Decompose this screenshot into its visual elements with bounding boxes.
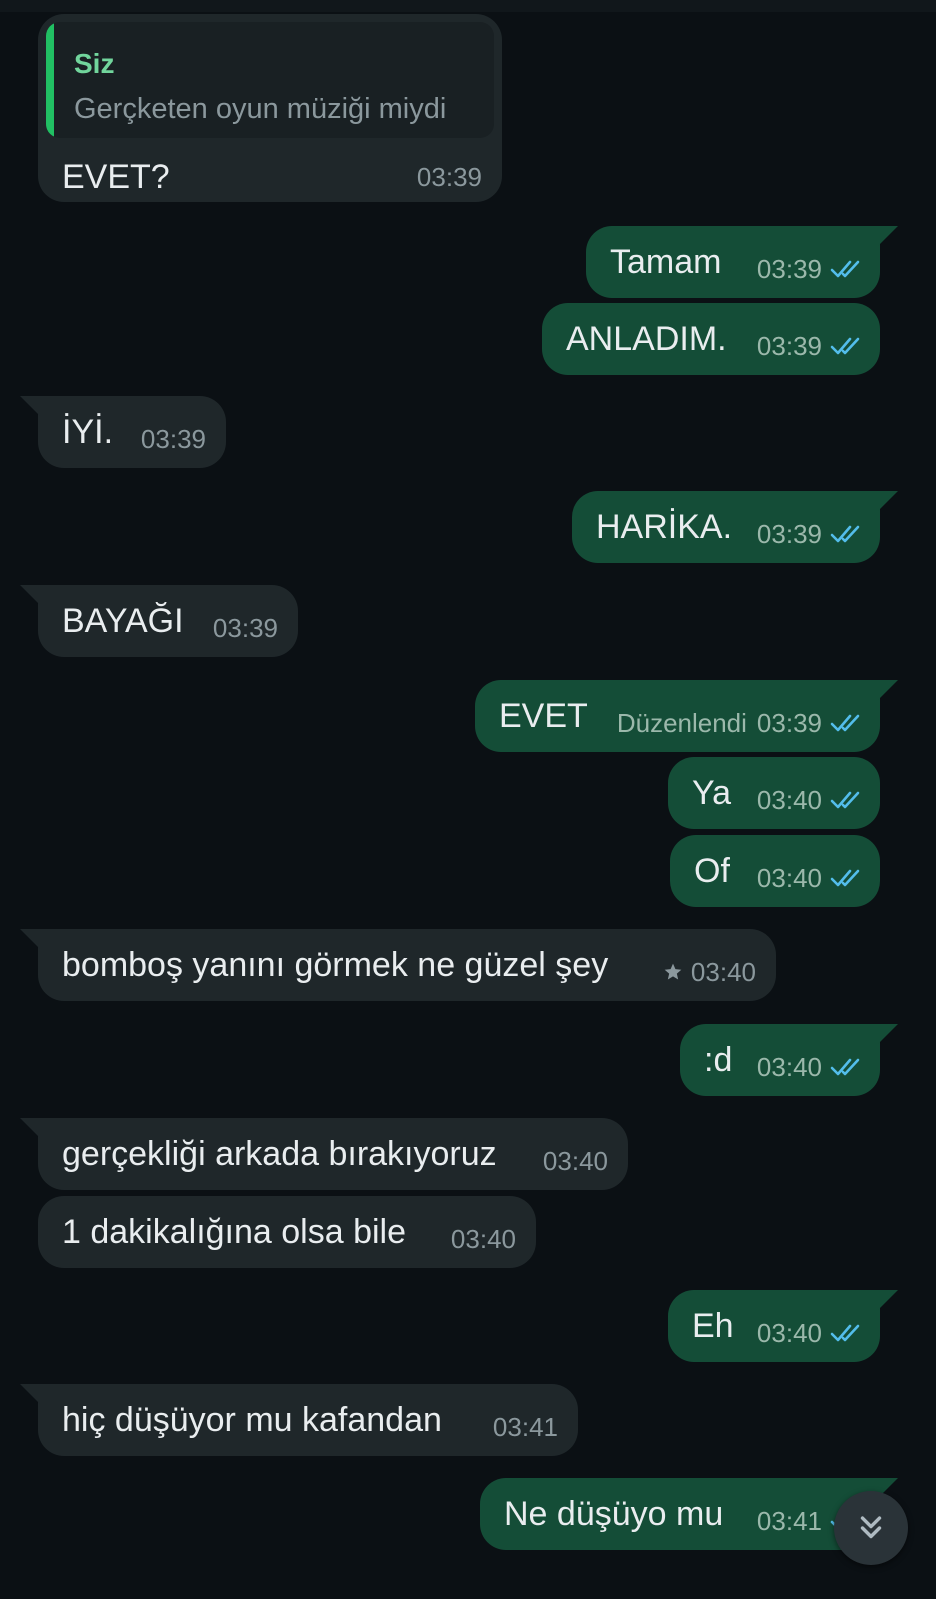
message-text: Of — [694, 852, 730, 890]
message-time: 03:40 — [756, 1318, 822, 1348]
message-text: BAYAĞI — [62, 602, 184, 640]
message-outgoing[interactable]: HARİKA. 03:39 — [572, 491, 898, 563]
double-check-icon — [830, 790, 862, 810]
message-time: 03:40 — [690, 957, 756, 987]
message-time: 03:39 — [756, 519, 822, 549]
message-time: 03:40 — [756, 1052, 822, 1082]
message-time: 03:40 — [756, 785, 822, 815]
message-meta: 03:40 — [663, 957, 756, 987]
message-text: HARİKA. — [596, 508, 733, 546]
double-check-icon — [830, 336, 862, 356]
message-meta: 03:39 — [757, 331, 862, 361]
message-text: Tamam — [610, 243, 722, 281]
message-time: 03:39 — [212, 613, 278, 643]
double-chevron-down-icon — [854, 1511, 888, 1545]
message-text: gerçekliği arkada bırakıyoruz — [62, 1135, 497, 1173]
message-incoming[interactable]: BAYAĞI 03:39 — [20, 585, 298, 657]
double-check-icon — [830, 1323, 862, 1343]
message-time: 03:39 — [140, 424, 206, 454]
message-outgoing[interactable]: :d 03:40 — [680, 1024, 898, 1096]
message-text: Ya — [692, 774, 732, 812]
message-incoming[interactable]: 1 dakikalığına olsa bile 03:40 — [38, 1196, 536, 1268]
message-text: hiç düşüyor mu kafandan — [62, 1401, 442, 1439]
message-meta: 03:40 — [757, 1052, 862, 1082]
message-time: 03:40 — [756, 863, 822, 893]
message-meta: 03:39 — [213, 613, 278, 643]
quote-bar — [46, 22, 54, 138]
message-meta: 03:40 — [543, 1146, 608, 1176]
message-outgoing[interactable]: Ya 03:40 — [668, 757, 880, 829]
message-outgoing[interactable]: Ne düşüyo mu 03:41 — [480, 1478, 898, 1550]
message-outgoing-edited[interactable]: EVET Düzenlendi 03:39 — [475, 680, 898, 752]
message-meta: 03:39 — [141, 424, 206, 454]
message-text: İYİ. — [62, 413, 114, 451]
quoted-message[interactable]: Siz Gerçketen oyun müziği miydi — [46, 22, 494, 138]
message-text: ANLADIM. — [566, 320, 727, 358]
message-incoming[interactable]: hiç düşüyor mu kafandan 03:41 — [20, 1384, 578, 1456]
message-meta: 03:41 — [493, 1412, 558, 1442]
message-meta: 03:39 — [757, 519, 862, 549]
message-incoming[interactable]: İYİ. 03:39 — [20, 396, 226, 468]
message-meta: Düzenlendi 03:39 — [617, 708, 862, 738]
message-outgoing[interactable]: Tamam 03:39 — [586, 226, 898, 298]
quote-author: Siz — [74, 48, 115, 79]
message-outgoing[interactable]: Of 03:40 — [670, 835, 880, 907]
message-meta: 03:39 — [417, 162, 482, 192]
message-time: 03:40 — [542, 1146, 608, 1176]
message-time: 03:41 — [756, 1506, 822, 1536]
double-check-icon — [830, 1057, 862, 1077]
double-check-icon — [830, 713, 862, 733]
message-time: 03:41 — [492, 1412, 558, 1442]
message-outgoing[interactable]: ANLADIM. 03:39 — [542, 303, 880, 375]
scroll-to-bottom-button[interactable] — [834, 1491, 908, 1565]
double-check-icon — [830, 524, 862, 544]
message-text: 1 dakikalığına olsa bile — [62, 1213, 407, 1251]
message-text: :d — [704, 1041, 733, 1079]
double-check-icon — [830, 259, 862, 279]
message-meta: 03:40 — [757, 785, 862, 815]
message-time: 03:39 — [756, 254, 822, 284]
message-incoming-reply[interactable]: Siz Gerçketen oyun müziği miydi EVET? 03… — [38, 14, 502, 202]
message-text: bomboş yanını görmek ne güzel şey — [62, 946, 609, 984]
message-time: 03:40 — [450, 1224, 516, 1254]
message-time: 03:39 — [756, 331, 822, 361]
edited-label: Düzenlendi — [616, 708, 747, 738]
message-meta: 03:39 — [757, 254, 862, 284]
message-outgoing[interactable]: Eh 03:40 — [668, 1290, 898, 1362]
message-meta: 03:40 — [757, 863, 862, 893]
message-meta: 03:40 — [451, 1224, 516, 1254]
top-edge — [0, 0, 936, 12]
message-time: 03:39 — [416, 162, 482, 192]
message-text: Ne düşüyo mu — [504, 1495, 724, 1533]
star-icon — [663, 962, 683, 982]
quote-text: Gerçketen oyun müziği miydi — [74, 93, 447, 125]
double-check-icon — [830, 868, 862, 888]
message-text: Eh — [692, 1307, 734, 1345]
message-meta: 03:40 — [757, 1318, 862, 1348]
message-text: EVET? — [62, 158, 170, 196]
message-incoming-starred[interactable]: bomboş yanını görmek ne güzel şey 03:40 — [20, 929, 776, 1001]
message-incoming[interactable]: gerçekliği arkada bırakıyoruz 03:40 — [20, 1118, 628, 1190]
message-text: EVET — [499, 697, 588, 735]
message-time: 03:39 — [756, 708, 822, 738]
